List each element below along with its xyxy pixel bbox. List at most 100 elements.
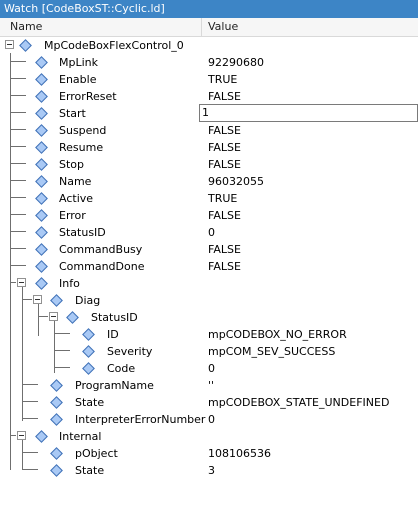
- row-label: Severity: [107, 345, 153, 358]
- tree-row-info[interactable]: Info: [0, 275, 418, 292]
- tree-row-errorreset[interactable]: ErrorReset FALSE: [0, 88, 418, 105]
- collapse-toggle-icon[interactable]: [5, 40, 14, 49]
- collapse-toggle-icon[interactable]: [17, 431, 26, 440]
- tree-row-diag-statusid[interactable]: StatusID: [0, 309, 418, 326]
- window-title: Watch [CodeBoxST::Cyclic.ld]: [0, 0, 418, 18]
- diamond-icon: [50, 379, 63, 392]
- tree-row-interpretererrornumber[interactable]: InterpreterErrorNumber 0: [0, 411, 418, 428]
- row-value[interactable]: FALSE: [208, 258, 241, 275]
- row-value[interactable]: 3: [208, 462, 215, 479]
- row-value[interactable]: FALSE: [208, 156, 241, 173]
- tree-row-pobject[interactable]: pObject 108106536: [0, 445, 418, 462]
- value-edit-field[interactable]: 1: [199, 104, 418, 122]
- tree-row-enable[interactable]: Enable TRUE: [0, 71, 418, 88]
- diamond-icon: [50, 413, 63, 426]
- row-label: Internal: [59, 430, 102, 443]
- row-label: ID: [107, 328, 119, 341]
- diamond-icon: [35, 158, 48, 171]
- tree-row-stop[interactable]: Stop FALSE: [0, 156, 418, 173]
- diamond-icon: [35, 124, 48, 137]
- tree-row-mpcodeboxflexcontrol[interactable]: MpCodeBoxFlexControl_0: [0, 37, 418, 54]
- row-label: Code: [107, 362, 136, 375]
- diamond-icon: [35, 192, 48, 205]
- diamond-icon: [35, 226, 48, 239]
- row-value[interactable]: FALSE: [208, 88, 241, 105]
- tree-row-diag[interactable]: Diag: [0, 292, 418, 309]
- tree-row-resume[interactable]: Resume FALSE: [0, 139, 418, 156]
- row-value[interactable]: 92290680: [208, 54, 264, 71]
- diamond-icon: [50, 464, 63, 477]
- row-label: Resume: [59, 141, 104, 154]
- diamond-icon: [35, 107, 48, 120]
- row-value[interactable]: 0: [208, 360, 215, 377]
- diamond-icon: [35, 175, 48, 188]
- tree-row-suspend[interactable]: Suspend FALSE: [0, 122, 418, 139]
- row-value[interactable]: FALSE: [208, 122, 241, 139]
- tree-row-info-state[interactable]: State mpCODEBOX_STATE_UNDEFINED: [0, 394, 418, 411]
- row-label: MpLink: [59, 56, 98, 69]
- diamond-icon: [35, 260, 48, 273]
- tree-row-internal-state[interactable]: State 3: [0, 462, 418, 479]
- row-label: pObject: [75, 447, 118, 460]
- tree-row-commandbusy[interactable]: CommandBusy FALSE: [0, 241, 418, 258]
- collapse-toggle-icon[interactable]: [33, 295, 42, 304]
- collapse-toggle-icon[interactable]: [17, 278, 26, 287]
- diamond-icon: [35, 243, 48, 256]
- tree-row-severity[interactable]: Severity mpCOM_SEV_SUCCESS: [0, 343, 418, 360]
- column-header-value[interactable]: Value: [203, 18, 418, 36]
- row-label: Suspend: [59, 124, 107, 137]
- diamond-icon: [35, 56, 48, 69]
- row-value[interactable]: 0: [208, 411, 215, 428]
- diamond-icon: [50, 396, 63, 409]
- row-value[interactable]: 96032055: [208, 173, 264, 190]
- tree-row-commanddone[interactable]: CommandDone FALSE: [0, 258, 418, 275]
- row-label: MpCodeBoxFlexControl_0: [44, 39, 184, 52]
- row-value[interactable]: 108106536: [208, 445, 271, 462]
- watch-tree: MpCodeBoxFlexControl_0 MpLink 92290680 E…: [0, 37, 418, 507]
- row-value[interactable]: mpCOM_SEV_SUCCESS: [208, 343, 335, 360]
- column-header-name[interactable]: Name: [0, 18, 202, 36]
- tree-row-programname[interactable]: ProgramName '': [0, 377, 418, 394]
- tree-row-name[interactable]: Name 96032055: [0, 173, 418, 190]
- row-label: Enable: [59, 73, 97, 86]
- diamond-icon: [35, 90, 48, 103]
- diamond-icon: [82, 345, 95, 358]
- diamond-icon: [19, 39, 32, 52]
- diamond-icon: [35, 73, 48, 86]
- collapse-toggle-icon[interactable]: [49, 312, 58, 321]
- tree-row-statusid[interactable]: StatusID 0: [0, 224, 418, 241]
- diamond-icon: [50, 294, 63, 307]
- row-label: Active: [59, 192, 94, 205]
- row-label: Info: [59, 277, 80, 290]
- row-label: Error: [59, 209, 86, 222]
- tree-row-active[interactable]: Active TRUE: [0, 190, 418, 207]
- tree-row-mplink[interactable]: MpLink 92290680: [0, 54, 418, 71]
- diamond-icon: [35, 430, 48, 443]
- diamond-icon: [82, 362, 95, 375]
- row-label: Start: [59, 107, 86, 120]
- row-value[interactable]: mpCODEBOX_NO_ERROR: [208, 326, 347, 343]
- row-value[interactable]: TRUE: [208, 190, 237, 207]
- row-value[interactable]: 0: [208, 224, 215, 241]
- tree-row-start[interactable]: Start 1: [0, 104, 418, 122]
- tree-row-code[interactable]: Code 0: [0, 360, 418, 377]
- diamond-icon: [35, 209, 48, 222]
- row-label: ProgramName: [75, 379, 154, 392]
- tree-row-internal[interactable]: Internal: [0, 428, 418, 445]
- row-label: StatusID: [59, 226, 106, 239]
- row-value[interactable]: FALSE: [208, 207, 241, 224]
- row-value[interactable]: FALSE: [208, 241, 241, 258]
- row-label: Stop: [59, 158, 85, 171]
- row-value[interactable]: FALSE: [208, 139, 241, 156]
- row-value[interactable]: TRUE: [208, 71, 237, 88]
- row-value[interactable]: mpCODEBOX_STATE_UNDEFINED: [208, 394, 389, 411]
- tree-row-id[interactable]: ID mpCODEBOX_NO_ERROR: [0, 326, 418, 343]
- diamond-icon: [35, 141, 48, 154]
- diamond-icon: [35, 277, 48, 290]
- row-value[interactable]: '': [208, 377, 214, 394]
- tree-row-error[interactable]: Error FALSE: [0, 207, 418, 224]
- diamond-icon: [66, 311, 79, 324]
- row-label: Name: [59, 175, 92, 188]
- diamond-icon: [50, 447, 63, 460]
- row-label: StatusID: [91, 311, 138, 324]
